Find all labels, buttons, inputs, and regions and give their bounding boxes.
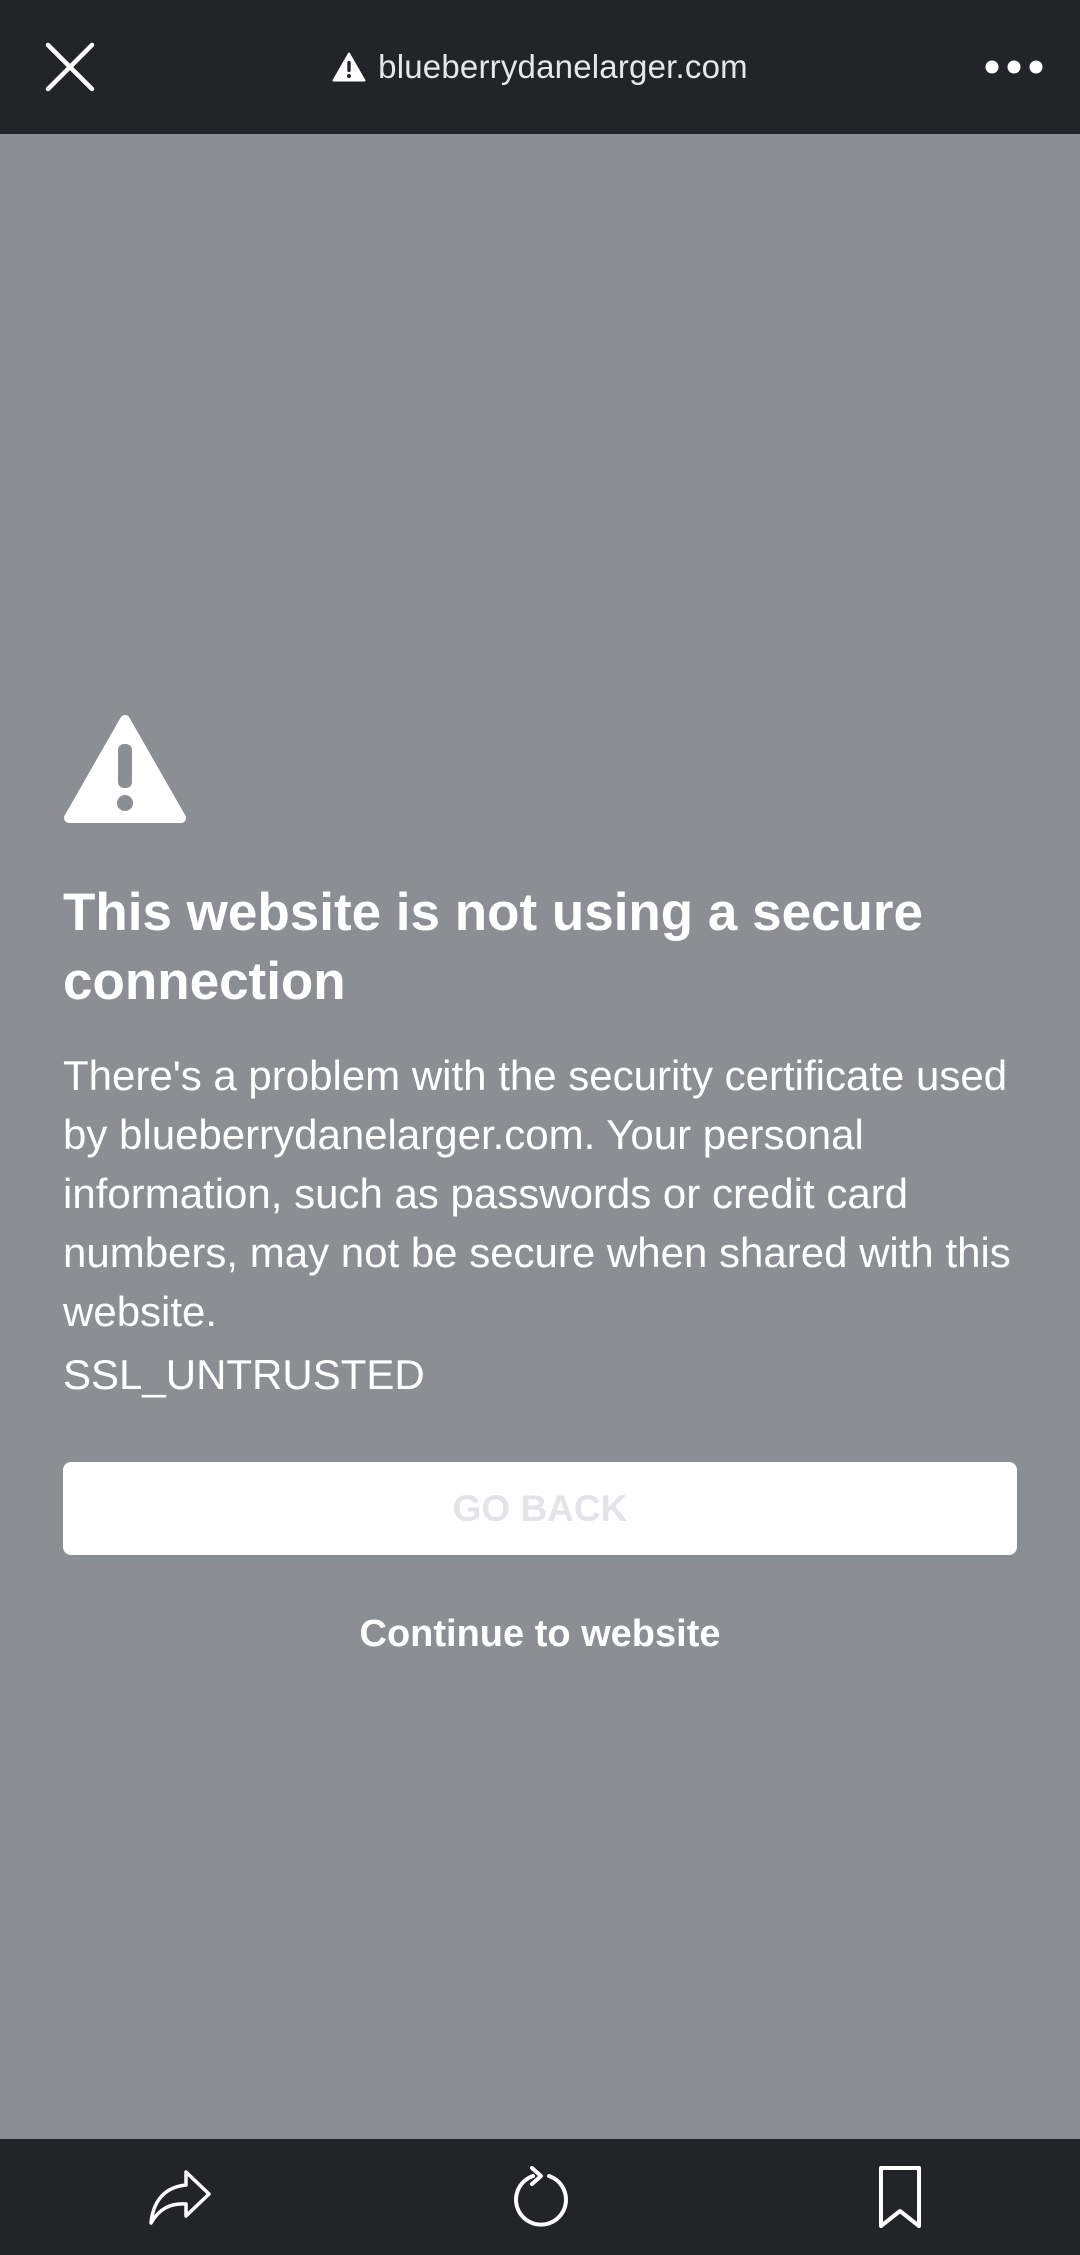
more-options-button[interactable] [978,36,1050,98]
bookmark-button[interactable] [860,2157,940,2237]
close-button[interactable] [30,24,110,110]
address-display[interactable]: blueberrydanelarger.com [332,48,748,86]
warning-description: There's a problem with the security cert… [63,1052,1011,1335]
error-code: SSL_UNTRUSTED [63,1351,425,1398]
refresh-icon [514,2166,568,2227]
bottom-toolbar [0,2139,1080,2255]
continue-to-website-link[interactable]: Continue to website [63,1604,1017,1664]
go-back-button[interactable]: GO BACK [63,1462,1017,1555]
more-horizontal-icon [985,60,1043,74]
top-bar: blueberrydanelarger.com [0,0,1080,134]
warning-triangle-icon [64,715,186,823]
warning-triangle-icon [332,51,366,83]
bookmark-icon [879,2166,921,2228]
browser-screen: blueberrydanelarger.com This website is … [0,0,1080,2255]
address-bar: blueberrydanelarger.com [0,0,1080,134]
url-text: blueberrydanelarger.com [378,48,748,85]
share-icon [149,2170,211,2225]
share-button[interactable] [140,2157,220,2237]
close-icon [45,42,95,92]
warning-title: This website is not using a secure conne… [63,883,924,1011]
refresh-button[interactable] [501,2157,581,2237]
